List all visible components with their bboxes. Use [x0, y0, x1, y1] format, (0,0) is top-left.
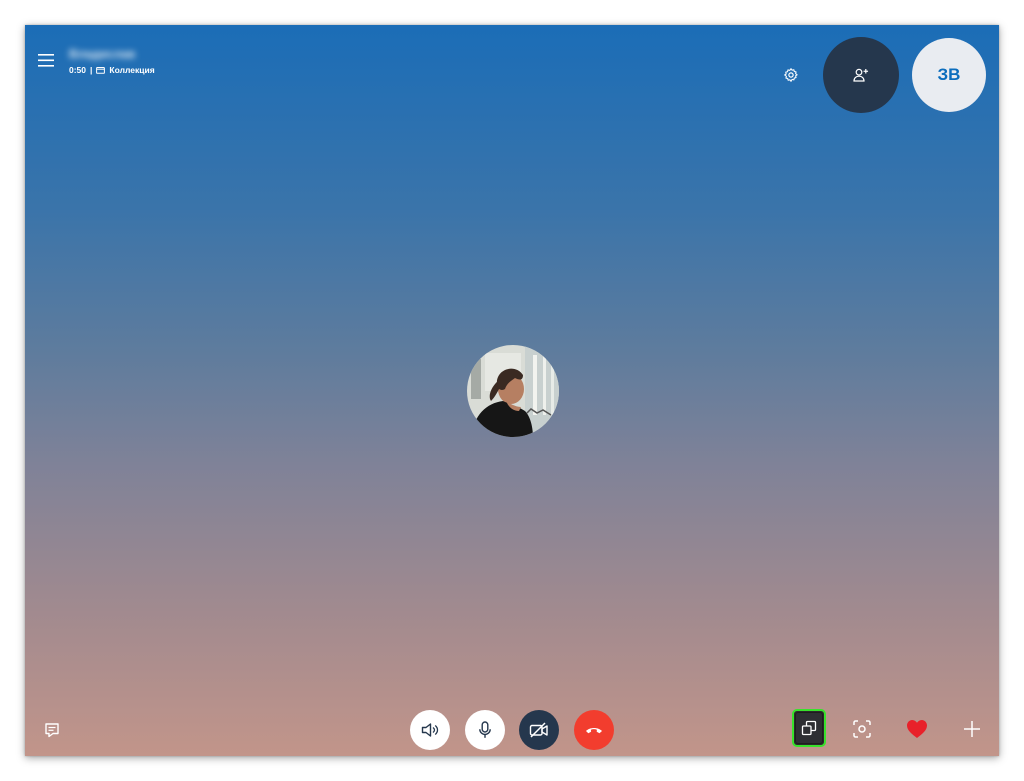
- snapshot-button[interactable]: [850, 717, 874, 741]
- caller-photo: [467, 345, 559, 437]
- microphone-icon: [479, 721, 491, 738]
- call-duration: 0:50: [69, 65, 87, 75]
- hang-up-icon: [586, 728, 602, 734]
- snapshot-icon: [853, 720, 871, 738]
- hamburger-menu-icon: [38, 53, 54, 67]
- separator: |: [90, 65, 93, 75]
- self-avatar[interactable]: ЗВ: [912, 38, 986, 112]
- share-screen-button[interactable]: [792, 709, 826, 747]
- heart-icon: [907, 720, 927, 738]
- microphone-button[interactable]: [465, 710, 505, 750]
- gear-icon: [784, 68, 798, 82]
- add-person-icon: [853, 68, 869, 82]
- call-subtitle: 0:50 | Коллекция: [69, 65, 169, 75]
- call-info: Владислав 0:50 | Коллекция: [69, 47, 169, 75]
- chat-button[interactable]: [41, 719, 63, 741]
- end-call-button[interactable]: [574, 710, 614, 750]
- more-options-button[interactable]: [960, 717, 984, 741]
- share-screen-icon: [801, 720, 817, 736]
- video-button[interactable]: [519, 710, 559, 750]
- caller-avatar: [467, 345, 559, 437]
- chat-icon: [45, 723, 59, 738]
- reaction-button[interactable]: [905, 717, 929, 741]
- self-avatar-initials: ЗВ: [937, 65, 961, 84]
- video-off-icon: [529, 722, 548, 738]
- menu-button[interactable]: [35, 51, 57, 69]
- collection-icon: [96, 67, 106, 74]
- settings-button[interactable]: [780, 64, 802, 86]
- call-window: Владислав 0:50 | Коллекция ЗВ: [25, 25, 999, 756]
- speaker-icon: [421, 723, 439, 737]
- speaker-button[interactable]: [410, 710, 450, 750]
- share-screen-inner: [795, 712, 823, 744]
- collection-label[interactable]: Коллекция: [109, 65, 154, 75]
- add-people-button[interactable]: [823, 37, 899, 113]
- plus-icon: [964, 721, 980, 737]
- contact-name: Владислав: [69, 47, 136, 61]
